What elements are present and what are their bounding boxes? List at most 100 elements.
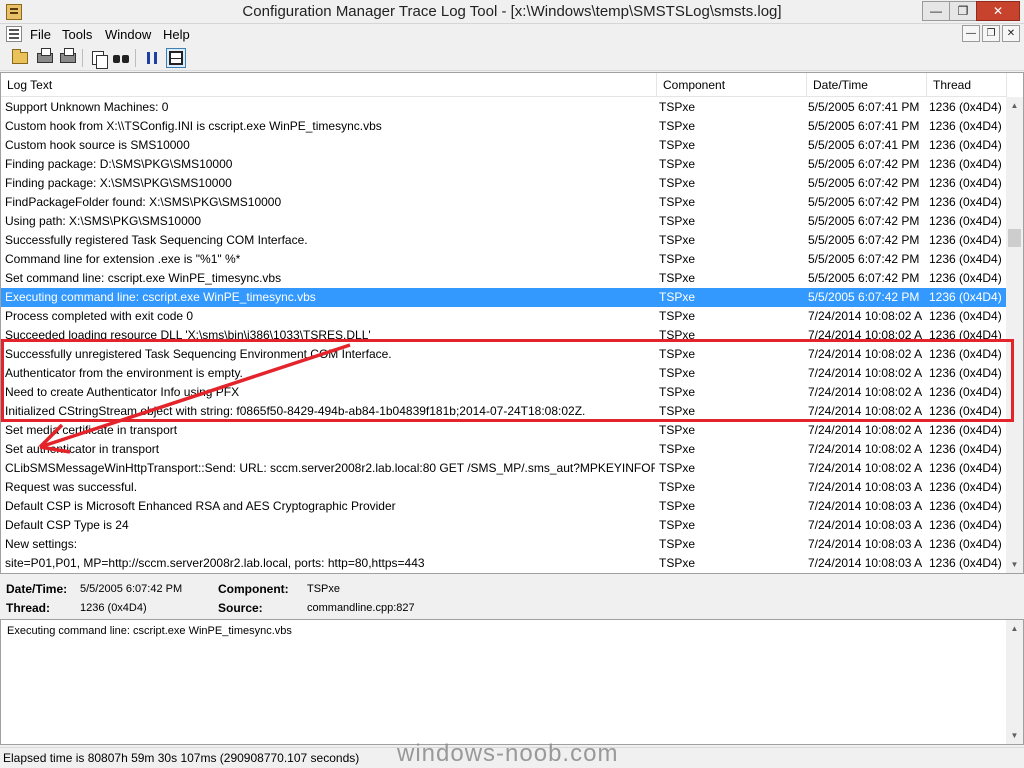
menu-file[interactable]: File	[30, 27, 51, 42]
log-text-cell: Need to create Authenticator Info using …	[5, 385, 240, 399]
log-row[interactable]: Set command line: cscript.exe WinPE_time…	[1, 269, 1007, 288]
datetime-cell: 7/24/2014 10:08:02 AM	[808, 366, 923, 380]
toolbar	[0, 45, 1024, 71]
log-row[interactable]: Initialized CStringStream object with st…	[1, 402, 1007, 421]
log-text-cell: Initialized CStringStream object with st…	[5, 404, 586, 418]
minimize-button[interactable]: —	[922, 1, 950, 21]
log-row[interactable]: FindPackageFolder found: X:\SMS\PKG\SMS1…	[1, 193, 1007, 212]
toolbar-separator	[135, 49, 136, 67]
thread-cell: 1236 (0x4D4)	[929, 442, 1002, 456]
thread-cell: 1236 (0x4D4)	[929, 518, 1002, 532]
print-setup-button[interactable]	[35, 48, 55, 68]
document-icon[interactable]	[6, 26, 22, 42]
toggle-pane-button[interactable]	[166, 48, 186, 68]
column-thread[interactable]: Thread	[927, 73, 1007, 97]
column-datetime[interactable]: Date/Time	[807, 73, 927, 97]
column-header: Log Text Component Date/Time Thread	[1, 73, 1007, 97]
title-bar: Configuration Manager Trace Log Tool - […	[0, 0, 1024, 24]
thread-cell: 1236 (0x4D4)	[929, 499, 1002, 513]
print-button[interactable]	[58, 48, 78, 68]
log-row[interactable]: Authenticator from the environment is em…	[1, 364, 1007, 383]
log-row[interactable]: Custom hook source is SMS10000 TSPxe 5/5/2…	[1, 136, 1007, 155]
log-row[interactable]: Executing command line: cscript.exe WinP…	[1, 288, 1007, 307]
log-row[interactable]: Default CSP Type is 24 TSPxe 7/24/2014 10:…	[1, 516, 1007, 535]
copy-button[interactable]	[88, 48, 108, 69]
log-list[interactable]: Log Text Component Date/Time Thread Supp…	[0, 72, 1024, 574]
component-cell: TSPxe	[659, 290, 696, 304]
log-row[interactable]: Finding package: X:\SMS\PKG\SMS10000 TSPx…	[1, 174, 1007, 193]
component-cell: TSPxe	[659, 518, 696, 532]
thread-cell: 1236 (0x4D4)	[929, 537, 1002, 551]
source-value: commandline.cpp:827	[307, 602, 415, 614]
scroll-down-icon[interactable]: ▼	[1006, 556, 1023, 573]
log-row[interactable]: New settings: TSPxe 7/24/2014 10:08:03 AM 1…	[1, 535, 1007, 554]
thread-cell: 1236 (0x4D4)	[929, 100, 1002, 114]
log-row[interactable]: Set media certificate in transport TSPxe 7…	[1, 421, 1007, 440]
document-restore-button[interactable]: ❐	[982, 25, 1000, 42]
component-cell: TSPxe	[659, 271, 696, 285]
component-cell: TSPxe	[659, 404, 696, 418]
log-text-cell: Successfully unregistered Task Sequencin…	[5, 347, 392, 361]
datetime-cell: 5/5/2005 6:07:42 PM	[808, 252, 920, 266]
component-cell: TSPxe	[659, 385, 696, 399]
open-icon	[12, 49, 28, 64]
log-row[interactable]: Command line for extension .exe is "%1" …	[1, 250, 1007, 269]
thread-cell: 1236 (0x4D4)	[929, 385, 1002, 399]
datetime-value: 5/5/2005 6:07:42 PM	[80, 583, 183, 595]
find-button[interactable]	[111, 48, 131, 68]
log-row[interactable]: Successfully registered Task Sequencing …	[1, 231, 1007, 250]
thread-cell: 1236 (0x4D4)	[929, 138, 1002, 152]
log-row[interactable]: Need to create Authenticator Info using …	[1, 383, 1007, 402]
document-minimize-button[interactable]: —	[962, 25, 980, 42]
log-row[interactable]: Succeeded loading resource DLL 'X:\sms\b…	[1, 326, 1007, 345]
document-close-button[interactable]: ✕	[1002, 25, 1020, 42]
log-text-cell: site=P01,P01, MP=http://sccm.server2008r…	[5, 556, 425, 570]
details-panel: Date/Time: 5/5/2005 6:07:42 PM Component…	[0, 575, 1024, 619]
component-cell: TSPxe	[659, 195, 696, 209]
toggle-pane-icon	[169, 51, 183, 65]
open-button[interactable]	[10, 48, 30, 68]
column-component[interactable]: Component	[657, 73, 807, 97]
close-button[interactable]: ✕	[976, 1, 1020, 21]
menu-tools[interactable]: Tools	[62, 27, 92, 42]
copy-icon	[92, 51, 108, 69]
component-cell: TSPxe	[659, 366, 696, 380]
log-text-cell: Default CSP is Microsoft Enhanced RSA an…	[5, 499, 396, 513]
message-box[interactable]: Executing command line: cscript.exe WinP…	[0, 619, 1024, 745]
component-cell: TSPxe	[659, 442, 696, 456]
log-row[interactable]: site=P01,P01, MP=http://sccm.server2008r…	[1, 554, 1007, 573]
component-cell: TSPxe	[659, 480, 696, 494]
datetime-cell: 7/24/2014 10:08:02 AM	[808, 347, 923, 361]
pause-button[interactable]	[142, 48, 162, 68]
component-cell: TSPxe	[659, 347, 696, 361]
vertical-scrollbar[interactable]: ▲ ▼	[1006, 97, 1023, 573]
thread-cell: 1236 (0x4D4)	[929, 423, 1002, 437]
datetime-cell: 5/5/2005 6:07:42 PM	[808, 195, 920, 209]
log-text-cell: Successfully registered Task Sequencing …	[5, 233, 308, 247]
log-text-cell: FindPackageFolder found: X:\SMS\PKG\SMS1…	[5, 195, 282, 209]
log-row[interactable]: Successfully unregistered Task Sequencin…	[1, 345, 1007, 364]
restore-button[interactable]: ❐	[949, 1, 977, 21]
message-scrollbar[interactable]: ▲ ▼	[1006, 620, 1023, 744]
message-scroll-down-icon[interactable]: ▼	[1006, 727, 1023, 744]
thread-cell: 1236 (0x4D4)	[929, 556, 1002, 570]
log-row[interactable]: Process completed with exit code 0 TSPxe 7…	[1, 307, 1007, 326]
log-row[interactable]: Custom hook from X:\\TSConfig.INI is csc…	[1, 117, 1007, 136]
log-row[interactable]: Using path: X:\SMS\PKG\SMS10000 TSPxe 5/5/…	[1, 212, 1007, 231]
log-row[interactable]: Support Unknown Machines: 0 TSPxe 5/5/2005…	[1, 98, 1007, 117]
column-log-text[interactable]: Log Text	[1, 73, 657, 97]
log-row[interactable]: Default CSP is Microsoft Enhanced RSA an…	[1, 497, 1007, 516]
log-text-cell: Using path: X:\SMS\PKG\SMS10000	[5, 214, 202, 228]
log-row[interactable]: Finding package: D:\SMS\PKG\SMS10000 TSPx…	[1, 155, 1007, 174]
menu-window[interactable]: Window	[105, 27, 151, 42]
log-row[interactable]: CLibSMSMessageWinHttpTransport::Send: UR…	[1, 459, 1007, 478]
message-scroll-up-icon[interactable]: ▲	[1006, 620, 1023, 637]
scroll-up-icon[interactable]: ▲	[1006, 97, 1023, 114]
thread-value: 1236 (0x4D4)	[80, 602, 147, 614]
scroll-thumb[interactable]	[1008, 229, 1021, 247]
window-title: Configuration Manager Trace Log Tool - […	[242, 3, 782, 20]
log-row[interactable]: Request was successful. TSPxe 7/24/2014 10…	[1, 478, 1007, 497]
log-row[interactable]: Set authenticator in transport TSPxe 7/24/…	[1, 440, 1007, 459]
datetime-cell: 7/24/2014 10:08:03 AM	[808, 499, 923, 513]
menu-help[interactable]: Help	[163, 27, 190, 42]
